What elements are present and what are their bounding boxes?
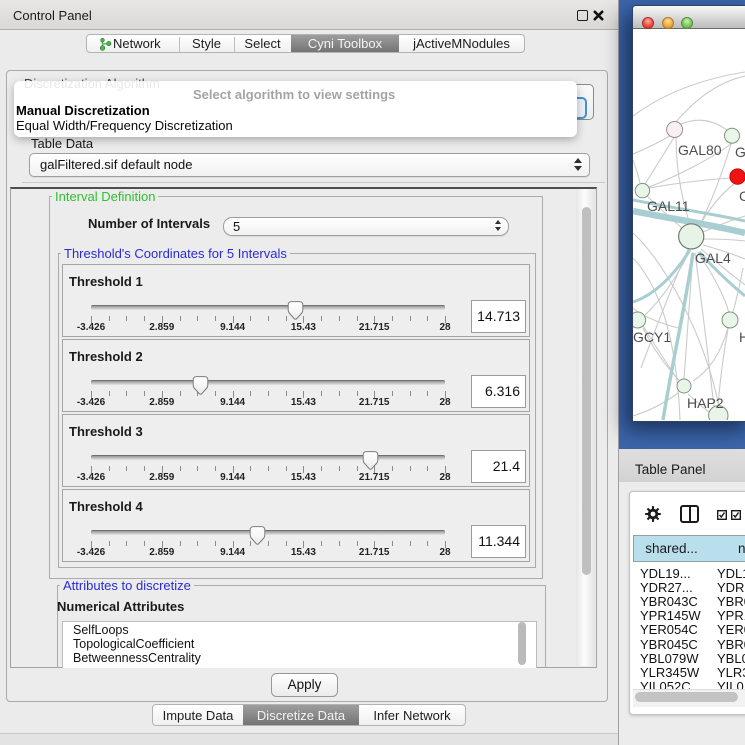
svg-text:GA: GA xyxy=(735,144,745,160)
svg-text:GAL4: GAL4 xyxy=(695,250,731,266)
svg-text:GCY1: GCY1 xyxy=(633,329,671,345)
svg-text:HAP2: HAP2 xyxy=(687,395,724,411)
svg-text:C: C xyxy=(739,188,745,204)
svg-text:GAL80: GAL80 xyxy=(678,142,722,158)
svg-text:GAL11: GAL11 xyxy=(647,198,690,214)
svg-text:H: H xyxy=(739,329,745,345)
